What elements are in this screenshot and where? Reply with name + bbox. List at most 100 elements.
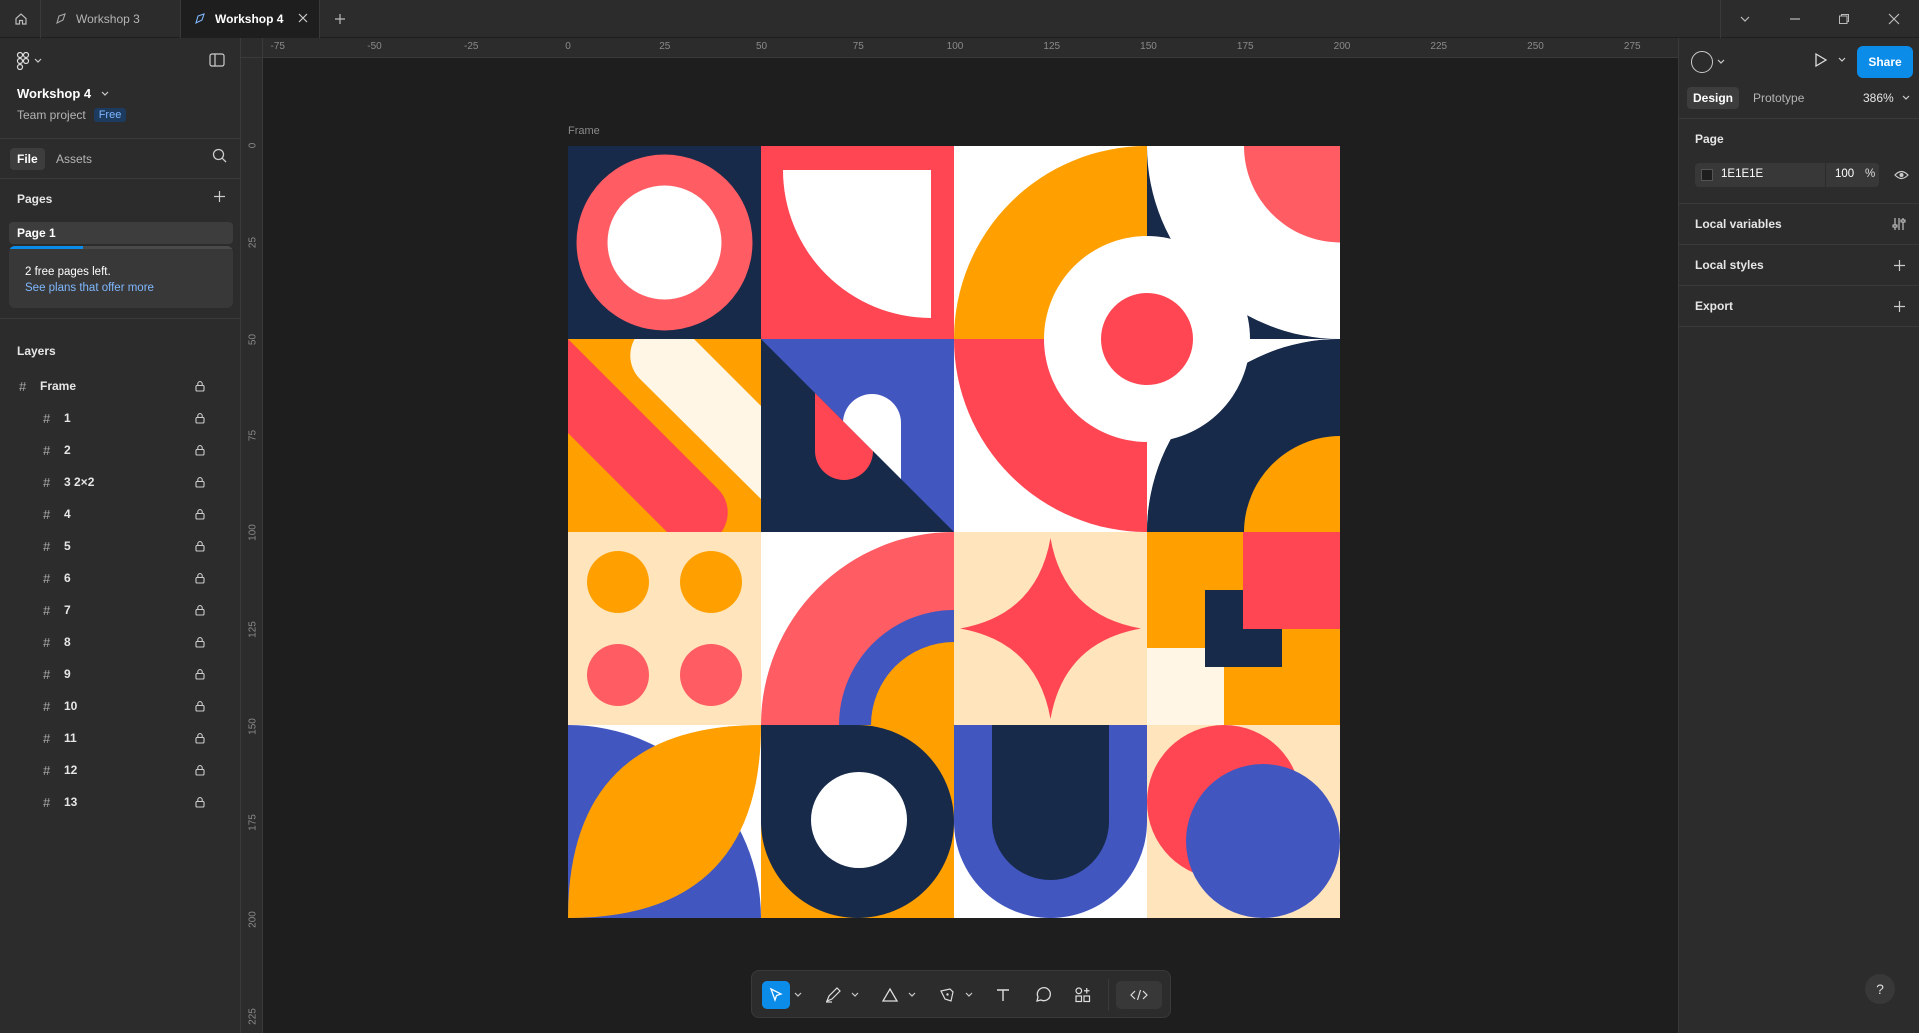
help-button[interactable]: ? <box>1865 974 1895 1004</box>
tab-prototype[interactable]: Prototype <box>1753 91 1804 105</box>
tab-assets[interactable]: Assets <box>56 152 92 166</box>
tabs-overflow-button[interactable] <box>1735 0 1755 38</box>
background-opacity[interactable]: 100 <box>1835 168 1854 180</box>
layer-item[interactable]: #10 <box>0 690 241 722</box>
lock-icon[interactable] <box>194 476 206 488</box>
file-name-button[interactable]: Workshop 4 <box>17 86 109 101</box>
pages-progress-fill <box>9 246 83 249</box>
tile-6[interactable] <box>568 532 761 725</box>
present-button[interactable] <box>1814 52 1846 68</box>
lock-icon[interactable] <box>194 636 206 648</box>
main-menu-button[interactable] <box>16 52 42 70</box>
actions-tool-button[interactable] <box>1069 981 1097 1009</box>
chevron-down-icon <box>1838 57 1846 62</box>
layer-label: 12 <box>64 763 78 777</box>
ruler-tick-label: 150 <box>1140 41 1157 52</box>
layer-item[interactable]: #7 <box>0 594 241 626</box>
layer-item[interactable]: #4 <box>0 498 241 530</box>
restore-button[interactable] <box>1834 0 1854 38</box>
restore-icon <box>1839 14 1849 24</box>
local-variables-row[interactable]: Local variables <box>1679 204 1919 244</box>
home-button[interactable] <box>8 0 34 38</box>
draw-tool-button[interactable] <box>819 981 847 1009</box>
layer-item[interactable]: #11 <box>0 722 241 754</box>
ruler-tick-label: -50 <box>367 41 382 52</box>
lock-icon[interactable] <box>194 700 206 712</box>
zoom-dropdown[interactable]: 386% <box>1863 91 1910 105</box>
tile-3-2x2[interactable] <box>954 146 1340 532</box>
lock-icon[interactable] <box>194 732 206 744</box>
tile-12[interactable] <box>954 725 1147 918</box>
comment-tool-button[interactable] <box>1029 981 1057 1009</box>
layer-item[interactable]: #1 <box>0 402 241 434</box>
export-row[interactable]: Export <box>1679 286 1919 326</box>
page-background-field[interactable]: 1E1E1E 100 % <box>1695 163 1879 187</box>
tile-7[interactable] <box>761 532 954 725</box>
lock-icon[interactable] <box>194 444 206 456</box>
layer-item[interactable]: #2 <box>0 434 241 466</box>
move-tool-button[interactable] <box>762 981 790 1009</box>
search-button[interactable] <box>212 148 227 168</box>
lock-icon[interactable] <box>194 508 206 520</box>
tile-13[interactable] <box>1147 725 1340 918</box>
layer-item[interactable]: #5 <box>0 530 241 562</box>
lock-icon[interactable] <box>194 604 206 616</box>
tile-2[interactable] <box>761 146 954 339</box>
plus-icon[interactable] <box>1893 300 1906 313</box>
tab-file[interactable]: File <box>10 148 45 170</box>
new-tab-button[interactable] <box>330 0 350 38</box>
pen-tool-button[interactable] <box>933 981 961 1009</box>
lock-icon[interactable] <box>194 572 206 584</box>
layer-item[interactable]: #12 <box>0 754 241 786</box>
project-name[interactable]: Team project <box>17 108 86 122</box>
tab-workshop-4[interactable]: Workshop 4 <box>181 0 319 38</box>
tab-workshop-3[interactable]: Workshop 3 <box>40 0 180 38</box>
layer-item[interactable]: #9 <box>0 658 241 690</box>
move-tool-dropdown[interactable] <box>792 981 804 1009</box>
tile-10[interactable] <box>568 725 761 918</box>
page-item-page-1[interactable]: Page 1 <box>9 222 233 244</box>
layer-item[interactable]: #13 <box>0 786 241 818</box>
layer-item[interactable]: #8 <box>0 626 241 658</box>
frame[interactable] <box>568 146 1340 918</box>
lock-icon[interactable] <box>194 412 206 424</box>
layer-item[interactable]: #3 2×2 <box>0 466 241 498</box>
tile-1[interactable] <box>568 146 761 339</box>
lock-icon[interactable] <box>194 540 206 552</box>
frame-label[interactable]: Frame <box>568 125 600 137</box>
shape-tool-dropdown[interactable] <box>906 981 918 1009</box>
shape-tool-button[interactable] <box>876 981 904 1009</box>
dev-mode-toggle[interactable] <box>1116 981 1162 1009</box>
draw-tool-dropdown[interactable] <box>849 981 861 1009</box>
layer-frame[interactable]: # Frame <box>0 370 241 402</box>
toggle-sidebar-button[interactable] <box>209 53 225 72</box>
lock-icon[interactable] <box>194 764 206 776</box>
lock-icon[interactable] <box>194 668 206 680</box>
plan-badge[interactable]: Free <box>93 108 127 122</box>
toggle-visibility-button[interactable] <box>1894 168 1909 186</box>
plus-icon[interactable] <box>1893 259 1906 272</box>
tile-9[interactable] <box>1147 532 1340 725</box>
add-page-button[interactable] <box>213 190 226 208</box>
minimize-button[interactable] <box>1785 0 1805 38</box>
tile-8[interactable] <box>954 532 1147 725</box>
close-window-button[interactable] <box>1884 0 1904 38</box>
close-tab-icon[interactable] <box>297 12 309 27</box>
lock-icon[interactable] <box>194 380 206 392</box>
text-tool-button[interactable] <box>989 981 1017 1009</box>
layer-item[interactable]: #6 <box>0 562 241 594</box>
lock-icon[interactable] <box>194 796 206 808</box>
background-hex[interactable]: 1E1E1E <box>1721 168 1763 180</box>
adjust-variables-icon[interactable] <box>1892 217 1906 231</box>
pen-tool-dropdown[interactable] <box>963 981 975 1009</box>
tile-4[interactable] <box>568 339 761 532</box>
tile-11[interactable] <box>761 725 954 918</box>
see-plans-link[interactable]: See plans that offer more <box>25 282 154 294</box>
tile-5[interactable] <box>761 339 954 532</box>
local-styles-row[interactable]: Local styles <box>1679 245 1919 285</box>
color-swatch[interactable] <box>1701 169 1713 181</box>
multiplayer-avatar-button[interactable] <box>1691 51 1725 73</box>
tab-design[interactable]: Design <box>1687 87 1740 109</box>
share-button[interactable]: Share <box>1857 46 1913 78</box>
canvas[interactable]: Frame <box>264 59 1678 1033</box>
